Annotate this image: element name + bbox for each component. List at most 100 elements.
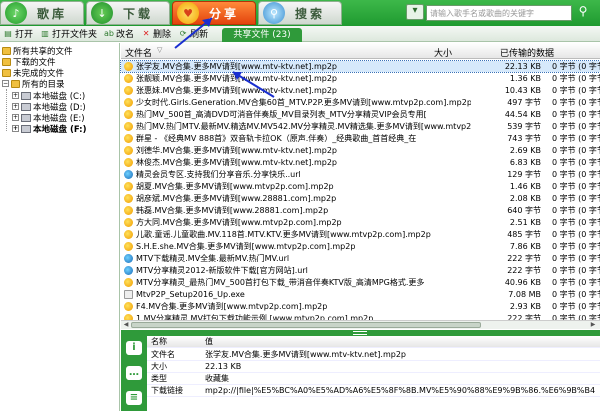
open-icon: ▤	[4, 28, 12, 38]
table-row[interactable]: 胡彦斌.MV合集.更多MV请到[www.28881.com].mp2p 2.08 …	[121, 193, 600, 204]
expand-icon[interactable]: +	[12, 125, 19, 132]
file-size-cell: 7.08 MB	[508, 290, 541, 299]
table-row[interactable]: 群星 - 《经典MV 888首》双音轨卡拉OK（原声.伴奏）_经典歌曲_首首经典…	[121, 133, 600, 144]
table-row[interactable]: 精灵会员专区.支持我们分享音乐.分享快乐..url 129 字节 0 字节 (0 字…	[121, 169, 600, 180]
download-icon: ↓	[91, 2, 113, 24]
file-shared-cell: 0 字节 (0 字节)	[552, 254, 600, 263]
scroll-right-icon[interactable]: ▶	[589, 321, 597, 329]
delete-icon: ✕	[142, 28, 150, 38]
file-size-cell: 222 字节	[507, 254, 541, 263]
music-library-icon: ♪	[5, 2, 27, 24]
file-name-cell: 儿歌.童谣.儿童歌曲.MV.118首.MTV.KTV.更多MV请到[www.mt…	[136, 230, 431, 239]
collection-file-icon	[124, 110, 133, 119]
detail-panel: 名称 值 文件名 张学友.MV合集.更多MV请到[www.mtv-ktv.net…	[147, 336, 600, 411]
search-button-icon[interactable]: ⚲	[574, 4, 592, 22]
url-file-icon	[124, 266, 133, 275]
table-row[interactable]: MTV分享精灵_最热门MV_500首打包下载_带消音伴奏KTV版_高清MPG格式…	[121, 277, 600, 288]
open-folder-button[interactable]: ▥ 打开文件夹	[40, 27, 97, 41]
search-scope-icon[interactable]: ▾	[406, 4, 424, 20]
file-size-cell: 1.46 KB	[509, 182, 541, 191]
tree-item-all-shared[interactable]: 所有共享的文件	[2, 45, 73, 57]
tree-item-drive-d[interactable]: + 本地磁盘 (D:)	[12, 101, 86, 113]
open-label: 打开	[15, 30, 34, 40]
table-row[interactable]: 韩磊.MV合集.更多MV请到[www.28881.com].mp2p 640 字节…	[121, 205, 600, 216]
table-row[interactable]: 胡夏.MV合集.更多MV请到[www.mtvp2p.com].mp2p 1.46 …	[121, 181, 600, 192]
collapse-icon[interactable]: −	[2, 80, 9, 87]
column-header-shared[interactable]: 已传输的数据	[500, 46, 554, 59]
scroll-left-icon[interactable]: ◀	[122, 321, 130, 329]
file-shared-cell: 0 字节 (0 字节)	[552, 170, 600, 179]
detail-key: 文件名	[151, 350, 175, 359]
file-name-cell: 胡夏.MV合集.更多MV请到[www.mtvp2p.com].mp2p	[136, 182, 334, 191]
file-size-cell: 2.93 KB	[509, 302, 541, 311]
tab-share[interactable]: ♥ 分享	[172, 1, 256, 25]
table-row[interactable]: 方大同.MV合集.更多MV请到[www.mtvp2p.com].mp2p 2.51…	[121, 217, 600, 228]
tab-search[interactable]: ⚲ 搜索	[258, 1, 342, 25]
tab-music-library[interactable]: ♪ 歌库	[0, 1, 84, 25]
detail-sidebar: i … ≡	[121, 336, 147, 411]
file-name-cell: 张学友.MV合集.更多MV请到[www.mtv-ktv.net].mp2p	[136, 62, 337, 71]
info-icon[interactable]: i	[126, 341, 142, 355]
file-shared-cell: 0 字节 (0 字节)	[552, 206, 600, 215]
table-row[interactable]: F4.MV合集.更多MV请到[www.mtvp2p.com].mp2p 2.93 …	[121, 301, 600, 312]
table-row[interactable]: 刘德华.MV合集.更多MV请到[www.mtv-ktv.net].mp2p 2.6…	[121, 145, 600, 156]
file-size-cell: 2.69 KB	[509, 146, 541, 155]
tree-item-drive-f[interactable]: + 本地磁盘 (F:)	[12, 123, 86, 135]
file-size-cell: 640 字节	[507, 206, 541, 215]
table-row[interactable]: 林俊杰.MV合集.更多MV请到[www.mtv-ktv.net].mp2p 6.8…	[121, 157, 600, 168]
file-name-cell: 刘德华.MV合集.更多MV请到[www.mtv-ktv.net].mp2p	[136, 146, 337, 155]
tab-download[interactable]: ↓ 下载	[86, 1, 170, 25]
table-row[interactable]: 张惠妹.MV合集.更多MV请到[www.mtv-ktv.net].mp2p 10.…	[121, 85, 600, 96]
folder-tree: 所有共享的文件 下载的文件 未完成的文件 − 所有的目录 + 本地磁盘 (C:)…	[0, 43, 120, 411]
file-name-cell: 韩磊.MV合集.更多MV请到[www.28881.com].mp2p	[136, 206, 329, 215]
refresh-button[interactable]: ⟳ 刷新	[178, 27, 208, 41]
table-row[interactable]: MTV分享精灵2012-新版软件下载[官方网站].url 222 字节 0 字节 (…	[121, 265, 600, 276]
file-name-cell: MTV分享精灵2012-新版软件下载[官方网站].url	[136, 266, 308, 275]
tree-item-incomplete[interactable]: 未完成的文件	[2, 67, 64, 79]
tree-item-downloaded[interactable]: 下载的文件	[2, 56, 56, 68]
file-shared-cell: 0 字节 (0 字节)	[552, 62, 600, 71]
collection-file-icon	[124, 242, 133, 251]
table-row[interactable]: 儿歌.童谣.儿童歌曲.MV.118首.MTV.KTV.更多MV请到[www.mt…	[121, 229, 600, 240]
table-row[interactable]: 热门MV.热门MTV.最新MV.精选MV.MV542.MV分享精灵.MV精选集.…	[121, 121, 600, 132]
url-file-icon	[124, 254, 133, 263]
delete-button[interactable]: ✕ 删除	[141, 27, 171, 41]
table-row[interactable]: MTV下载精灵.MV全集.最新MV.热门MV.url 222 字节 0 字节 (0 …	[121, 253, 600, 264]
table-row[interactable]: 热门MV_500首_高清DVD可消音伴奏版_MV目录列表_MTV分享精灵VIP会…	[121, 109, 600, 120]
sort-arrow-icon: ▽	[157, 46, 163, 54]
column-header-name[interactable]: 文件名	[125, 46, 152, 59]
tree-item-drive-c[interactable]: + 本地磁盘 (C:)	[12, 90, 85, 102]
expand-icon[interactable]: +	[12, 92, 19, 99]
tab-shared-files[interactable]: 共享文件 (23)	[222, 28, 302, 42]
splitter-grip[interactable]	[353, 331, 367, 335]
file-size-cell: 222 字节	[507, 266, 541, 275]
file-shared-cell: 0 字节 (0 字节)	[552, 146, 600, 155]
refresh-icon: ⟳	[179, 28, 187, 38]
detail-value[interactable]: mp2p://|file|%E5%BC%A0%E5%AD%A6%E5%8F%8B…	[205, 385, 595, 397]
file-name-cell: 热门MV_500首_高清DVD可消音伴奏版_MV目录列表_MTV分享精灵VIP会…	[136, 110, 427, 119]
refresh-label: 刷新	[190, 30, 209, 40]
file-name-cell: 张惠妹.MV合集.更多MV请到[www.mtv-ktv.net].mp2p	[136, 86, 337, 95]
comment-icon[interactable]: …	[126, 366, 142, 380]
list-icon[interactable]: ≡	[126, 391, 142, 405]
table-row[interactable]: 张靓颖.MV合集.更多MV请到[www.mtv-ktv.net].mp2p 1.3…	[121, 73, 600, 84]
file-size-cell: 743 字节	[507, 134, 541, 143]
scrollbar-thumb[interactable]	[131, 322, 481, 328]
tree-item-all-dirs[interactable]: − 所有的目录	[2, 78, 65, 90]
rename-button[interactable]: ab 改名	[104, 27, 134, 41]
horizontal-scrollbar[interactable]: ◀ ▶	[121, 320, 600, 329]
file-name-cell: 精灵会员专区.支持我们分享音乐.分享快乐..url	[136, 170, 301, 179]
search-input[interactable]: 请输入歌手名或歌曲的关键字	[426, 5, 572, 21]
table-row[interactable]: S.H.E.she.MV合集.更多MV请到[www.mtvp2p.com].mp…	[121, 241, 600, 252]
column-header-size[interactable]: 大小	[434, 46, 452, 59]
tree-item-drive-e[interactable]: + 本地磁盘 (E:)	[12, 112, 85, 124]
table-row[interactable]: 少女时代.Girls.Generation.MV合集60首_MTV.P2P.更多…	[121, 97, 600, 108]
expand-icon[interactable]: +	[12, 114, 19, 121]
table-row[interactable]: MtvP2P_Setup2016_Up.exe 7.08 MB 0 字节 (0 字节…	[121, 289, 600, 300]
expand-icon[interactable]: +	[12, 103, 19, 110]
detail-row-type: 类型 收藏集	[147, 373, 600, 385]
collection-file-icon	[124, 146, 133, 155]
detail-key: 大小	[151, 362, 167, 371]
table-row[interactable]: 张学友.MV合集.更多MV请到[www.mtv-ktv.net].mp2p 22.…	[120, 60, 600, 73]
open-button[interactable]: ▤ 打开	[3, 27, 33, 41]
